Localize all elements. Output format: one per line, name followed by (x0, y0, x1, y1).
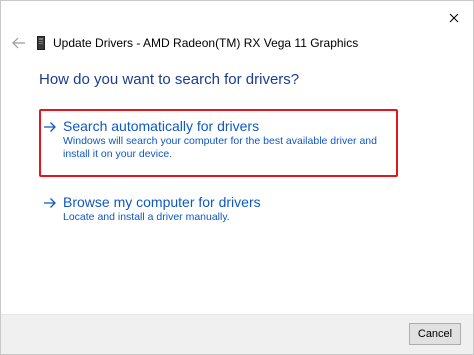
back-button[interactable] (9, 34, 29, 52)
search-automatically-option[interactable]: Search automatically for drivers Windows… (43, 117, 393, 161)
close-icon (449, 13, 459, 23)
option-description: Locate and install a driver manually. (63, 211, 230, 223)
back-arrow-icon (12, 37, 25, 49)
option-text: Browse my computer for drivers Locate an… (63, 193, 393, 224)
option-description: Windows will search your computer for th… (63, 135, 377, 160)
close-button[interactable] (441, 7, 467, 29)
arrow-right-icon (44, 122, 56, 132)
update-drivers-dialog: Update Drivers - AMD Radeon(TM) RX Vega … (0, 0, 474, 355)
option-title: Browse my computer for drivers (63, 194, 261, 210)
option-text: Search automatically for drivers Windows… (63, 117, 393, 161)
arrow-right-icon (44, 198, 56, 208)
option-title: Search automatically for drivers (63, 118, 260, 134)
device-icon (37, 36, 45, 50)
dialog-title-row: Update Drivers - AMD Radeon(TM) RX Vega … (37, 35, 358, 51)
dialog-title: Update Drivers - AMD Radeon(TM) RX Vega … (53, 36, 359, 50)
page-heading: How do you want to search for drivers? (39, 71, 300, 88)
dialog-footer: Cancel (1, 314, 473, 354)
browse-computer-option[interactable]: Browse my computer for drivers Locate an… (43, 193, 393, 224)
cancel-button[interactable]: Cancel (409, 323, 461, 345)
